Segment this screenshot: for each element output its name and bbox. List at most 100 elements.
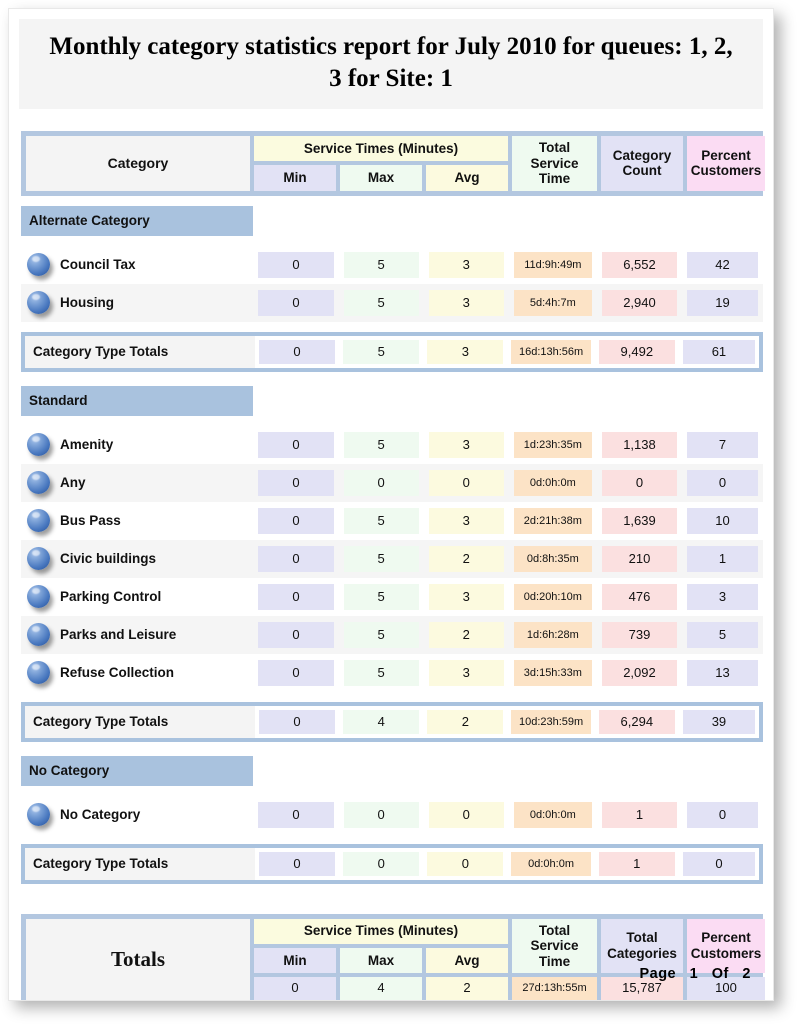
- row-category-cell: Refuse Collection: [21, 653, 254, 692]
- category-type-totals-block: Category Type Totals 0 0 0 0d:0h:0m 1 0: [21, 843, 763, 884]
- totals-max: 0: [339, 848, 423, 880]
- grand-totals-block: Totals Service Times (Minutes) Total Ser…: [21, 913, 766, 1000]
- category-type-totals-table: Category Type Totals 0 4 2 10d:23h:59m 6,294 3…: [25, 705, 759, 738]
- row-percent: 3: [682, 577, 763, 616]
- row-percent: 42: [682, 245, 763, 284]
- section-table: No Category No Category 0 0 0 0d:0h:0m 1 0: [21, 755, 763, 834]
- category-type-totals-row: Category Type Totals 0 0 0 0d:0h:0m 1 0: [25, 847, 759, 880]
- row-count: 210: [596, 539, 683, 578]
- row-total-service-time: 1d:6h:28m: [508, 615, 597, 654]
- row-total-service-time: 0d:0h:0m: [508, 795, 597, 834]
- row-category-label: Amenity: [60, 437, 114, 453]
- header-category-count: Category Count: [601, 136, 684, 191]
- table-row[interactable]: Parks and Leisure 0 5 2 1d:6h:28m 739 5: [21, 615, 763, 654]
- row-percent: 7: [682, 425, 763, 464]
- report-sections: Alternate Category Council Tax 0 5 3 11d:9h:4…: [9, 205, 773, 884]
- row-max: 0: [338, 795, 424, 834]
- section-title: Alternate Category: [21, 205, 254, 236]
- row-total-service-time: 0d:20h:10m: [508, 577, 597, 616]
- category-type-totals-block: Category Type Totals 0 5 3 16d:13h:56m 9,492 6…: [21, 331, 763, 372]
- section-title: No Category: [21, 755, 254, 786]
- header-percent-customers: Percent Customers: [687, 136, 766, 191]
- grand-header-max: Max: [340, 947, 422, 974]
- row-count: 6,552: [596, 245, 683, 284]
- totals-min: 0: [255, 706, 339, 738]
- bullet-sphere-icon: [27, 433, 50, 457]
- bullet-sphere-icon: [27, 803, 50, 827]
- row-count: 0: [596, 463, 683, 502]
- section-title: Standard: [21, 385, 254, 416]
- row-count: 2,092: [596, 653, 683, 692]
- totals-avg: 3: [423, 336, 507, 368]
- totals-count: 6,294: [595, 706, 679, 738]
- row-category-cell: Housing: [21, 283, 254, 322]
- bullet-sphere-icon: [27, 661, 50, 685]
- row-category-label: Council Tax: [60, 257, 136, 273]
- table-row[interactable]: Council Tax 0 5 3 11d:9h:49m 6,552 42: [21, 245, 763, 284]
- row-min: 0: [253, 463, 339, 502]
- row-category-label: Parks and Leisure: [60, 627, 177, 643]
- table-row[interactable]: Parking Control 0 5 3 0d:20h:10m 476 3: [21, 577, 763, 616]
- row-percent: 0: [682, 463, 763, 502]
- table-header: Category Service Times (Minutes) Total S…: [22, 132, 769, 195]
- table-row[interactable]: Refuse Collection 0 5 3 3d:15h:33m 2,092 13: [21, 653, 763, 692]
- row-percent: 0: [682, 795, 763, 834]
- table-row[interactable]: Amenity 0 5 3 1d:23h:35m 1,138 7: [21, 425, 763, 464]
- table-row[interactable]: Bus Pass 0 5 3 2d:21h:38m 1,639 10: [21, 501, 763, 540]
- table-row[interactable]: Civic buildings 0 5 2 0d:8h:35m 210 1: [21, 539, 763, 578]
- footer-page-total: 2: [742, 966, 751, 982]
- section-table: Alternate Category Council Tax 0 5 3 11d:9h:4…: [21, 205, 763, 322]
- row-min: 0: [253, 795, 339, 834]
- header-max: Max: [340, 165, 422, 191]
- grand-header-total-categories: Total Categories: [601, 918, 684, 974]
- row-total-service-time: 5d:4h:7m: [508, 283, 597, 322]
- row-category-label: Refuse Collection: [60, 665, 175, 681]
- row-category-cell: Parks and Leisure: [21, 615, 254, 654]
- row-avg: 2: [423, 539, 509, 578]
- grand-header-service-times: Service Times (Minutes): [254, 918, 509, 944]
- grand-header-percent-customers: Percent Customers: [687, 918, 766, 974]
- table-row[interactable]: Housing 0 5 3 5d:4h:7m 2,940 19: [21, 283, 763, 322]
- row-min: 0: [253, 615, 339, 654]
- totals-percent: 0: [679, 848, 759, 880]
- bullet-sphere-icon: [27, 585, 50, 609]
- totals-min: 0: [255, 336, 339, 368]
- grand-value-total-service-time: 27d:13h:55m: [512, 977, 598, 1000]
- totals-total-service-time: 16d:13h:56m: [507, 336, 594, 368]
- row-max: 5: [338, 653, 424, 692]
- row-total-service-time: 1d:23h:35m: [508, 425, 597, 464]
- row-percent: 10: [682, 501, 763, 540]
- grand-header-min: Min: [254, 947, 336, 974]
- category-type-totals-label: Category Type Totals: [25, 335, 255, 368]
- row-max: 5: [338, 283, 424, 322]
- row-total-service-time: 0d:0h:0m: [508, 463, 597, 502]
- row-max: 5: [338, 245, 424, 284]
- totals-min: 0: [255, 848, 339, 880]
- row-avg: 3: [423, 425, 509, 464]
- category-type-totals-row: Category Type Totals 0 4 2 10d:23h:59m 6,294 3…: [25, 705, 759, 738]
- row-count: 1,138: [596, 425, 683, 464]
- grand-value-avg: 2: [426, 977, 509, 1000]
- section-header-row: Alternate Category: [21, 205, 763, 236]
- row-category-cell: Any: [21, 463, 254, 502]
- header-service-times: Service Times (Minutes): [254, 136, 509, 162]
- row-max: 5: [338, 615, 424, 654]
- row-max: 0: [338, 463, 424, 502]
- section-header-row: Standard: [21, 385, 763, 416]
- row-avg: 3: [423, 577, 509, 616]
- totals-percent: 61: [679, 336, 759, 368]
- table-row[interactable]: Any 0 0 0 0d:0h:0m 0 0: [21, 463, 763, 502]
- row-count: 739: [596, 615, 683, 654]
- category-type-totals-row: Category Type Totals 0 5 3 16d:13h:56m 9,492 6…: [25, 335, 759, 368]
- row-max: 5: [338, 425, 424, 464]
- grand-header-avg: Avg: [426, 947, 509, 974]
- row-category-label: Any: [60, 475, 86, 491]
- row-count: 1: [596, 795, 683, 834]
- grand-totals-label: Totals: [26, 918, 250, 1000]
- row-avg: 3: [423, 283, 509, 322]
- row-category-cell: No Category: [21, 795, 254, 834]
- table-row[interactable]: No Category 0 0 0 0d:0h:0m 1 0: [21, 795, 763, 834]
- row-avg: 0: [423, 463, 509, 502]
- row-category-label: No Category: [60, 807, 141, 823]
- header-min: Min: [254, 165, 336, 191]
